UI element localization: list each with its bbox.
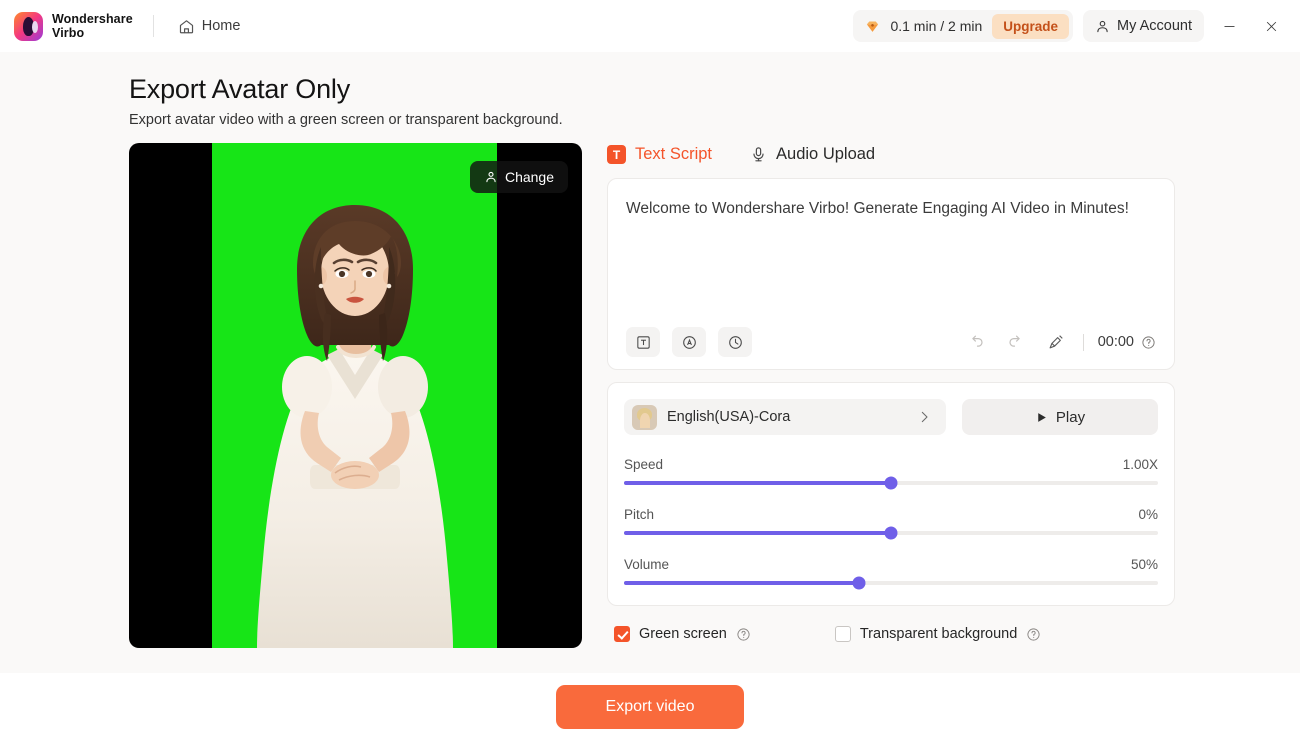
app-brand: Wondershare Virbo <box>14 11 133 41</box>
pause-duration-button[interactable] <box>718 327 752 357</box>
play-voice-button[interactable]: Play <box>962 399 1158 435</box>
brand-name-line1: Wondershare <box>52 12 133 26</box>
avatar-illustration <box>257 205 453 648</box>
wondershare-logo-icon <box>14 11 43 41</box>
transparent-background-label: Transparent background <box>859 626 1018 642</box>
slider-volume-thumb[interactable] <box>852 576 866 590</box>
clear-script-button[interactable] <box>1041 327 1071 357</box>
editor-columns: Change T Text Script Audio Upload Welcom… <box>0 128 1300 648</box>
redo-button[interactable] <box>1001 327 1031 357</box>
slider-pitch: Pitch 0% <box>624 507 1158 540</box>
green-screen-label: Green screen <box>639 626 727 642</box>
help-icon[interactable] <box>1026 627 1041 642</box>
slider-speed-head: Speed 1.00X <box>624 457 1158 472</box>
slider-speed: Speed 1.00X <box>624 457 1158 490</box>
chevron-right-icon <box>916 409 932 425</box>
slider-speed-fill <box>624 481 891 485</box>
my-account-button[interactable]: My Account <box>1083 10 1204 42</box>
pronunciation-button[interactable] <box>672 327 706 357</box>
usage-quota-text: 0.1 min / 2 min <box>890 18 983 34</box>
slider-volume-label: Volume <box>624 557 670 572</box>
brush-icon <box>1047 333 1065 351</box>
text-style-button[interactable] <box>626 327 660 357</box>
script-settings-column: T Text Script Audio Upload Welcome to Wo… <box>607 143 1175 648</box>
slider-pitch-fill <box>624 531 891 535</box>
input-mode-tabs: T Text Script Audio Upload <box>607 143 1175 166</box>
toolbar-divider <box>1082 333 1084 351</box>
undo-button[interactable] <box>961 327 991 357</box>
tab-text-script-label: Text Script <box>635 145 713 163</box>
change-avatar-button[interactable]: Change <box>469 161 568 193</box>
slider-speed-value: 1.00X <box>1122 457 1158 472</box>
slider-speed-track[interactable] <box>624 476 1158 490</box>
title-bar: Wondershare Virbo Home 0.1 min / 2 min U… <box>0 0 1300 52</box>
minimize-button[interactable] <box>1212 9 1246 43</box>
script-card: Welcome to Wondershare Virbo! Generate E… <box>607 178 1175 370</box>
close-button[interactable] <box>1254 9 1288 43</box>
tab-audio-upload[interactable]: Audio Upload <box>750 143 875 166</box>
play-label: Play <box>1055 408 1086 426</box>
avatar-preview[interactable]: Change <box>129 143 582 648</box>
redo-icon <box>1007 333 1025 351</box>
t-in-box-icon <box>635 334 652 351</box>
slider-pitch-head: Pitch 0% <box>624 507 1158 522</box>
slider-volume-fill <box>624 581 859 585</box>
export-video-button[interactable]: Export video <box>556 684 744 729</box>
clock-icon <box>727 334 744 351</box>
slider-pitch-track[interactable] <box>624 526 1158 540</box>
footer-bar: Export video <box>0 673 1300 740</box>
background-options: Green screen Transparent background <box>607 626 1175 642</box>
script-toolbar: 00:00 <box>626 325 1156 359</box>
person-icon <box>484 170 498 184</box>
change-avatar-label: Change <box>504 169 554 185</box>
brand-name: Wondershare Virbo <box>52 12 133 40</box>
voice-name: English(USA)-Cora <box>667 409 791 425</box>
tab-audio-upload-label: Audio Upload <box>776 145 876 163</box>
voice-select[interactable]: English(USA)-Cora <box>624 399 946 435</box>
tab-text-script[interactable]: T Text Script <box>607 143 712 166</box>
script-duration: 00:00 <box>1097 334 1134 350</box>
green-screen-checkbox[interactable] <box>614 626 630 642</box>
slider-speed-label: Speed <box>624 457 664 472</box>
transparent-background-checkbox[interactable] <box>834 626 851 642</box>
slider-volume: Volume 50% <box>624 557 1158 590</box>
brand-name-line2: Virbo <box>52 26 85 40</box>
option-green-screen[interactable]: Green screen <box>614 626 751 642</box>
a-in-circle-icon <box>681 334 698 351</box>
my-account-label: My Account <box>1117 18 1192 34</box>
option-transparent-background[interactable]: Transparent background <box>834 626 1041 642</box>
home-icon <box>178 18 195 35</box>
virbo-export-window: Wondershare Virbo Home 0.1 min / 2 min U… <box>0 0 1300 740</box>
slider-pitch-value: 0% <box>1138 507 1158 522</box>
slider-speed-thumb[interactable] <box>884 476 898 490</box>
voice-settings-card: English(USA)-Cora Play Speed 1.00X Pitch… <box>607 382 1175 606</box>
usage-quota-group: 0.1 min / 2 min Upgrade <box>853 10 1074 42</box>
help-icon[interactable] <box>1141 335 1156 350</box>
undo-icon <box>967 333 985 351</box>
slider-volume-value: 50% <box>1130 557 1158 572</box>
person-icon <box>1095 19 1110 34</box>
slider-volume-track[interactable] <box>624 576 1158 590</box>
home-label: Home <box>201 18 241 34</box>
microphone-icon <box>750 146 767 163</box>
upgrade-button[interactable]: Upgrade <box>992 13 1070 39</box>
help-icon[interactable] <box>736 627 751 642</box>
text-badge-icon: T <box>607 145 626 164</box>
slider-volume-head: Volume 50% <box>624 557 1158 572</box>
diamond-icon <box>865 19 880 34</box>
titlebar-divider <box>152 15 154 37</box>
page-subtitle: Export avatar video with a green screen … <box>129 112 563 128</box>
main-content: Export Avatar Only Export avatar video w… <box>0 52 1300 673</box>
slider-pitch-thumb[interactable] <box>884 526 898 540</box>
voice-row: English(USA)-Cora Play <box>624 399 1158 435</box>
page-header: Export Avatar Only Export avatar video w… <box>0 52 1300 128</box>
slider-pitch-label: Pitch <box>624 507 655 522</box>
page-title: Export Avatar Only <box>129 74 351 104</box>
play-icon <box>1035 411 1048 424</box>
close-icon <box>1264 19 1279 34</box>
voice-avatar <box>632 404 657 430</box>
minimize-icon <box>1222 19 1237 34</box>
script-textarea[interactable]: Welcome to Wondershare Virbo! Generate E… <box>626 193 1156 325</box>
home-button[interactable]: Home <box>170 13 249 40</box>
